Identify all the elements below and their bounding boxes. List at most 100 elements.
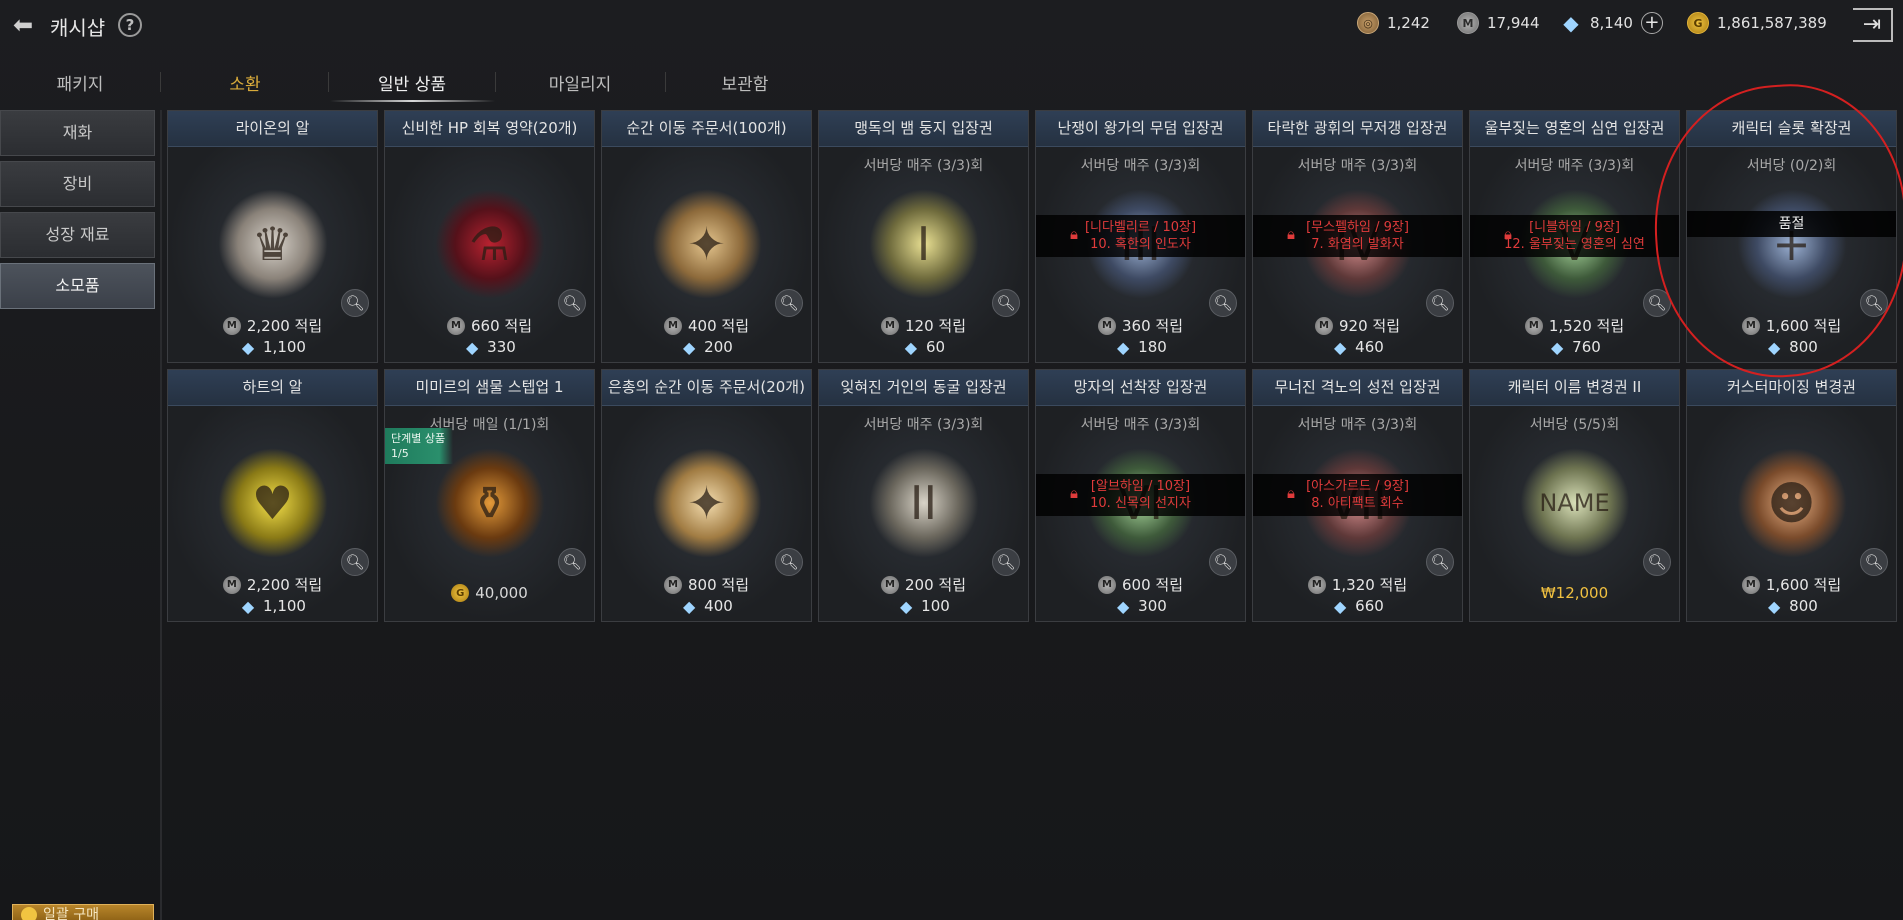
gold-icon: G: [451, 584, 470, 602]
tab-summon[interactable]: 소환: [165, 70, 325, 95]
tab-storage[interactable]: 보관함: [665, 70, 825, 95]
product-card[interactable]: 커스터마이징 변경권 ☻ 🔍︎ M 1,600 적립 ◆ 800: [1686, 369, 1897, 622]
mileage-price: M 200 적립: [819, 574, 1028, 595]
mileage-value: 1,600 적립: [1765, 317, 1842, 335]
zoom-icon[interactable]: 🔍︎: [1426, 548, 1454, 576]
gem-price: ◆ 60: [819, 337, 1028, 357]
currency-gem: ◆ 8,140 +: [1560, 11, 1663, 35]
purchase-limit: 서버당 (5/5)회: [1529, 417, 1620, 433]
gold-icon: [21, 907, 37, 920]
lock-icon: 🔒︎: [1070, 225, 1078, 243]
product-card[interactable]: 순간 이동 주문서(100개) ✦ 🔍︎ M 400 적립 ◆ 200: [601, 110, 812, 363]
product-card[interactable]: 잊혀진 거인의 동굴 입장권 서버당 매주 (3/3)회 II 🔍︎ M 200 …: [818, 369, 1029, 622]
zoom-icon[interactable]: 🔍︎: [775, 289, 803, 317]
product-name: 무너진 격노의 성전 입장권: [1253, 370, 1462, 406]
zoom-icon[interactable]: 🔍︎: [1860, 548, 1888, 576]
product-card[interactable]: 무너진 격노의 성전 입장권 서버당 매주 (3/3)회 VII 🔒︎ [아스가…: [1252, 369, 1463, 622]
product-name: 맹독의 뱀 둥지 입장권: [819, 111, 1028, 147]
sidebar-divider: [160, 110, 162, 920]
bulk-buy-button[interactable]: 일괄 구매: [12, 904, 154, 920]
zoom-icon[interactable]: 🔍︎: [1860, 289, 1888, 317]
purchase-limit: 서버당 매주 (3/3)회: [1080, 158, 1201, 174]
lock-icon: 🔒︎: [1070, 484, 1078, 502]
exit-icon[interactable]: ⇥: [1853, 8, 1893, 42]
tab-general-items[interactable]: 일반 상품: [332, 70, 492, 95]
zoom-icon[interactable]: 🔍︎: [992, 548, 1020, 576]
coin-icon: ◎: [1357, 12, 1379, 34]
zoom-icon[interactable]: 🔍︎: [558, 289, 586, 317]
tab-bar: 패키지 소환 일반 상품 마일리지 보관함: [0, 62, 1903, 106]
product-card[interactable]: 맹독의 뱀 둥지 입장권 서버당 매주 (3/3)회 I 🔍︎ M 120 적립 …: [818, 110, 1029, 363]
purchase-limit: 서버당 매주 (3/3)회: [863, 417, 984, 433]
tab-package[interactable]: 패키지: [0, 70, 160, 95]
zoom-icon[interactable]: 🔍︎: [775, 548, 803, 576]
mileage-price: M 1,600 적립: [1687, 315, 1896, 336]
zoom-icon[interactable]: 🔍︎: [558, 548, 586, 576]
gem-icon: ◆: [1768, 337, 1781, 357]
product-card[interactable]: 망자의 선착장 입장권 서버당 매주 (3/3)회 VI 🔒︎ [알브하임 / …: [1035, 369, 1246, 622]
product-name: 미미르의 샘물 스텝업 1: [385, 370, 594, 406]
scroll-icon: ✦: [651, 189, 762, 299]
gem-value: 60: [925, 338, 946, 356]
product-body: ✦ 🔍︎ M 400 적립 ◆ 200: [602, 147, 811, 362]
gem-price: ◆ 300: [1036, 597, 1245, 616]
product-body: ♥ 🔍︎ M 2,200 적립 ◆ 1,100: [168, 406, 377, 621]
product-card[interactable]: 난쟁이 왕가의 무덤 입장권 서버당 매주 (3/3)회 III 🔒︎ [니다벨…: [1035, 110, 1246, 363]
lock-quest: 8. 아티팩트 회수: [1311, 496, 1404, 511]
zoom-icon[interactable]: 🔍︎: [1643, 548, 1671, 576]
gem-price: ◆ 760: [1470, 338, 1679, 357]
zoom-icon[interactable]: 🔍︎: [1643, 289, 1671, 317]
product-body: ⚗ 🔍︎ M 660 적립 ◆ 330: [385, 147, 594, 362]
zoom-icon[interactable]: 🔍︎: [1426, 289, 1454, 317]
help-icon[interactable]: ?: [118, 13, 142, 37]
locked-requirement: 🔒︎ [니다벨리르 / 10장] 10. 혹한의 인도자: [1036, 215, 1245, 257]
gold-value: 40,000: [475, 584, 528, 602]
product-card[interactable]: 라이온의 알 ♛ 🔍︎ M 2,200 적립 ◆ 1,100: [167, 110, 378, 363]
sidebar-item-consumables[interactable]: 소모품: [0, 263, 155, 309]
m-coin-icon: M: [1315, 316, 1333, 335]
gem-price: ◆ 800: [1687, 597, 1896, 616]
gem-value: 760: [1572, 338, 1601, 356]
mileage-value: 200 적립: [905, 576, 966, 594]
zoom-icon[interactable]: 🔍︎: [341, 548, 369, 576]
mileage-price: M 360 적립: [1036, 315, 1245, 336]
lock-chapter: [니다벨리르 / 10장]: [1084, 220, 1197, 235]
krw-price: ₩12,000: [1540, 584, 1609, 602]
gem-value: 400: [704, 597, 733, 615]
zoom-icon[interactable]: 🔍︎: [992, 289, 1020, 317]
zoom-icon[interactable]: 🔍︎: [1209, 548, 1237, 576]
zoom-icon[interactable]: 🔍︎: [1209, 289, 1237, 317]
gem-icon: ◆: [904, 337, 918, 357]
product-card[interactable]: 미미르의 샘물 스텝업 1 서버당 매일 (1/1)회 단계별 상품 1/5 ⚱…: [384, 369, 595, 622]
product-name: 하트의 알: [168, 370, 377, 406]
sidebar-item-growth-material[interactable]: 성장 재료: [0, 212, 155, 258]
m-coin-icon: M: [881, 316, 899, 335]
bottle-icon: ⚱: [434, 448, 545, 558]
back-arrow-icon[interactable]: ⬅: [6, 10, 40, 40]
mileage-value: 600 적립: [1122, 576, 1183, 594]
m-coin-icon: M: [664, 316, 682, 335]
tab-mileage[interactable]: 마일리지: [500, 70, 660, 95]
product-card[interactable]: 하트의 알 ♥ 🔍︎ M 2,200 적립 ◆ 1,100: [167, 369, 378, 622]
lock-chapter: [알브하임 / 10장]: [1090, 479, 1191, 494]
mileage-price: M 1,320 적립: [1253, 574, 1462, 595]
product-card[interactable]: 은총의 순간 이동 주문서(20개) ✦ 🔍︎ M 800 적립 ◆ 400: [601, 369, 812, 622]
product-body: 서버당 매주 (3/3)회 IV 🔒︎ [무스펠하임 / 9장] 7. 화염의 …: [1253, 147, 1462, 362]
purchase-limit: 서버당 매주 (3/3)회: [1514, 158, 1635, 174]
add-gem-button[interactable]: +: [1640, 12, 1663, 34]
scroll-icon: ✦: [651, 448, 762, 558]
purchase-limit: 서버당 (0/2)회: [1746, 158, 1837, 174]
product-name: 망자의 선착장 입장권: [1036, 370, 1245, 406]
lock-quest: 10. 신목의 선지자: [1090, 496, 1191, 511]
product-card[interactable]: 타락한 광휘의 무저갱 입장권 서버당 매주 (3/3)회 IV 🔒︎ [무스펠…: [1252, 110, 1463, 363]
product-card[interactable]: 캐릭터 이름 변경권 II 서버당 (5/5)회 NAME 🔍︎ ₩12,000: [1469, 369, 1680, 622]
zoom-icon[interactable]: 🔍︎: [341, 289, 369, 317]
product-card[interactable]: 울부짖는 영혼의 심연 입장권 서버당 매주 (3/3)회 V 🔒︎ [니블하임…: [1469, 110, 1680, 363]
product-name: 신비한 HP 회복 영약(20개): [385, 111, 594, 147]
sidebar-item-currency[interactable]: 재화: [0, 110, 155, 156]
sidebar-item-equipment[interactable]: 장비: [0, 161, 155, 207]
product-card[interactable]: 신비한 HP 회복 영약(20개) ⚗ 🔍︎ M 660 적립 ◆ 330: [384, 110, 595, 363]
product-card[interactable]: 캐릭터 슬롯 확장권 서버당 (0/2)회 + 품절 🔍︎ M 1,600 적립 …: [1686, 110, 1897, 363]
mileage-value: 2,200 적립: [246, 317, 323, 335]
product-body: ✦ 🔍︎ M 800 적립 ◆ 400: [602, 406, 811, 621]
